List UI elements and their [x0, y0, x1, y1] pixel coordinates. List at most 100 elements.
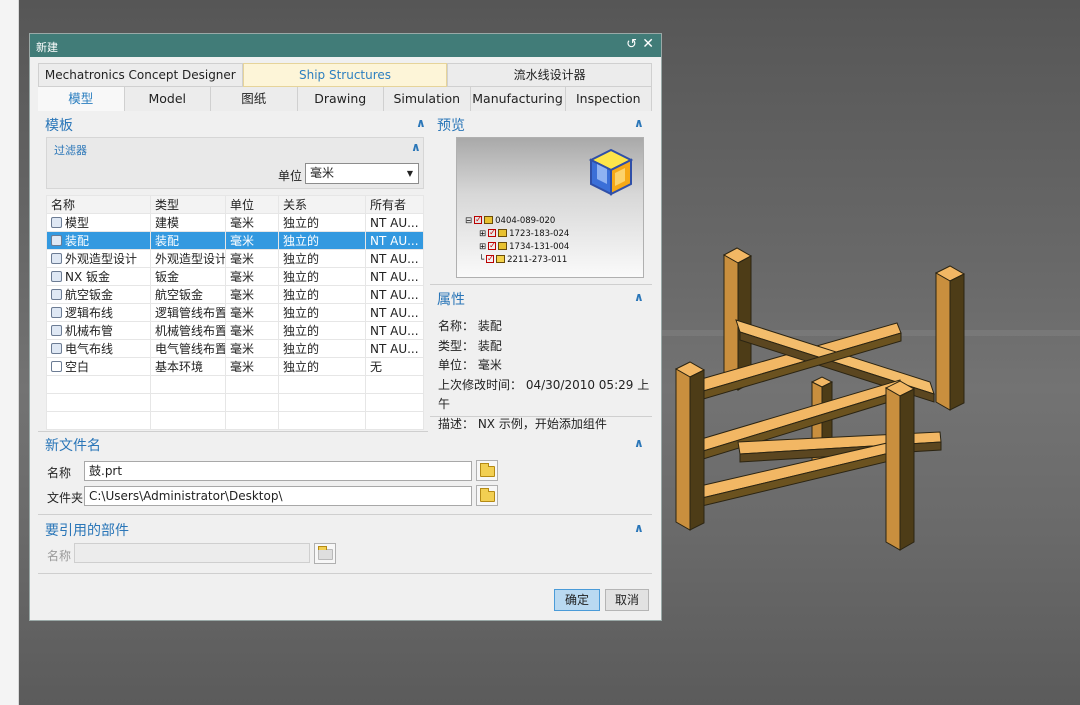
tree-node: ⊞1723-183-024 — [465, 226, 570, 241]
close-icon[interactable]: ✕ — [642, 36, 654, 52]
mechanical-routing-icon — [51, 325, 62, 336]
row-name: 装配 — [65, 234, 90, 248]
table-row[interactable]: 电气布线 电气管线布置 毫米 独立的 NT AU... — [46, 339, 424, 358]
row-unit: 毫米 — [225, 249, 279, 268]
unit-select[interactable]: 毫米 ▼ — [305, 163, 419, 184]
row-owner: NT AU... — [365, 339, 424, 358]
row-type: 基本环境 — [150, 357, 226, 376]
prop-unit: 单位： 毫米 — [438, 358, 502, 372]
col-name[interactable]: 名称 — [46, 195, 151, 214]
table-row[interactable]: 航空钣金 航空钣金 毫米 独立的 NT AU... — [46, 285, 424, 304]
model-3d-frame[interactable] — [662, 230, 1072, 560]
row-owner: NT AU... — [365, 267, 424, 286]
divider — [38, 431, 428, 432]
filename-input[interactable]: 鼓.prt — [84, 461, 472, 481]
row-type: 外观造型设计 — [150, 249, 226, 268]
divider — [38, 573, 652, 574]
collapse-templates-icon[interactable]: ∧ — [416, 116, 426, 130]
divider — [38, 514, 652, 515]
tree-node: └2211-273-011 — [465, 252, 569, 267]
row-owner: NT AU... — [365, 303, 424, 322]
filename-label: 名称 — [47, 466, 72, 480]
dialog-titlebar: 新建 ↺ ✕ — [30, 34, 661, 57]
table-row[interactable]: 机械布管 机械管线布置 毫米 独立的 NT AU... — [46, 321, 424, 340]
collapse-filter-icon[interactable]: ∧ — [411, 140, 421, 154]
row-name: 逻辑布线 — [65, 306, 114, 320]
row-name: 空白 — [65, 360, 90, 374]
browse-name-button[interactable] — [476, 460, 498, 481]
row-type: 航空钣金 — [150, 285, 226, 304]
row-type: 装配 — [150, 231, 226, 250]
browse-refpart-button — [314, 543, 336, 564]
col-owner[interactable]: 所有者 — [365, 195, 424, 214]
filter-label: 过滤器 — [54, 144, 87, 157]
tab-model[interactable]: Model — [124, 87, 211, 111]
collapse-properties-icon[interactable]: ∧ — [634, 290, 644, 304]
table-row[interactable]: 模型 建模 毫米 独立的 NT AU... — [46, 213, 424, 232]
table-row[interactable]: 逻辑布线 逻辑管线布置 毫米 独立的 NT AU... — [46, 303, 424, 322]
blank-file-icon — [51, 361, 62, 372]
tab-model-cn[interactable]: 模型 — [38, 87, 125, 111]
tree-node-label: 1734-131-004 — [509, 242, 570, 252]
tree-node-label: 0404-089-020 — [495, 216, 556, 226]
logical-routing-icon — [51, 307, 62, 318]
folder-open-icon — [480, 488, 495, 502]
tab-drawing[interactable]: Drawing — [297, 87, 384, 111]
assembly-icon — [51, 235, 62, 246]
row-name: 航空钣金 — [65, 288, 114, 302]
row-name: 外观造型设计 — [65, 252, 138, 266]
folder-input[interactable]: C:\Users\Administrator\Desktop\ — [84, 486, 472, 506]
templates-heading: 模板 — [45, 118, 73, 134]
new-filename-heading: 新文件名 — [45, 438, 101, 454]
tree-node-label: 2211-273-011 — [507, 255, 568, 265]
tab-simulation[interactable]: Simulation — [384, 87, 471, 111]
row-relation: 独立的 — [278, 231, 366, 250]
row-owner: NT AU... — [365, 249, 424, 268]
tab-ship-structures[interactable]: Ship Structures — [242, 63, 448, 87]
collapse-newfile-icon[interactable]: ∧ — [634, 436, 644, 450]
empty-row — [46, 393, 424, 412]
table-row[interactable]: 空白 基本环境 毫米 独立的 无 — [46, 357, 424, 376]
row-unit: 毫米 — [225, 267, 279, 286]
row-relation: 独立的 — [278, 303, 366, 322]
tree-node-label: 1723-183-024 — [509, 229, 570, 239]
empty-row — [46, 375, 424, 394]
tab-line-designer[interactable]: 流水线设计器 — [447, 63, 653, 87]
template-table: 名称 类型 单位 关系 所有者 模型 建模 毫米 独立的 NT AU... 装配… — [46, 195, 424, 430]
ref-name-label: 名称 — [47, 549, 72, 563]
sheet-metal-icon — [51, 271, 62, 282]
row-unit: 毫米 — [225, 339, 279, 358]
divider — [430, 416, 652, 417]
cancel-button[interactable]: 取消 — [605, 589, 649, 611]
tab-drawing-cn[interactable]: 图纸 — [211, 87, 298, 111]
collapse-refpart-icon[interactable]: ∧ — [634, 521, 644, 535]
row-name: 机械布管 — [65, 324, 114, 338]
chevron-down-icon: ▼ — [406, 169, 413, 178]
col-type[interactable]: 类型 — [150, 195, 226, 214]
folder-open-icon — [480, 463, 495, 477]
folder-disabled-icon — [318, 546, 333, 560]
browse-folder-button[interactable] — [476, 485, 498, 506]
row-relation: 独立的 — [278, 213, 366, 232]
table-row[interactable]: NX 钣金 钣金 毫米 独立的 NT AU... — [46, 267, 424, 286]
table-row[interactable]: 外观造型设计 外观造型设计 毫米 独立的 NT AU... — [46, 249, 424, 268]
row-name: 模型 — [65, 216, 90, 230]
preview-heading: 预览 — [437, 118, 465, 134]
row-unit: 毫米 — [225, 231, 279, 250]
row-unit: 毫米 — [225, 285, 279, 304]
tab-manufacturing[interactable]: Manufacturing — [470, 87, 566, 111]
col-unit[interactable]: 单位 — [225, 195, 279, 214]
row-relation: 独立的 — [278, 339, 366, 358]
row-unit: 毫米 — [225, 321, 279, 340]
ok-button[interactable]: 确定 — [554, 589, 600, 611]
table-row-selected[interactable]: 装配 装配 毫米 独立的 NT AU... — [46, 231, 424, 250]
preview-panel: ⊟0404-089-020 ⊞1723-183-024 ⊞1734-131-00… — [456, 137, 644, 278]
collapse-preview-icon[interactable]: ∧ — [634, 116, 644, 130]
tab-inspection[interactable]: Inspection — [565, 87, 653, 111]
tree-node: ⊞1734-131-004 — [465, 239, 570, 254]
properties-heading: 属性 — [437, 292, 465, 308]
col-relation[interactable]: 关系 — [278, 195, 366, 214]
reset-icon[interactable]: ↺ — [626, 37, 637, 52]
tab-mechatronics[interactable]: Mechatronics Concept Designer — [38, 63, 243, 87]
unit-select-value: 毫米 — [310, 166, 335, 180]
